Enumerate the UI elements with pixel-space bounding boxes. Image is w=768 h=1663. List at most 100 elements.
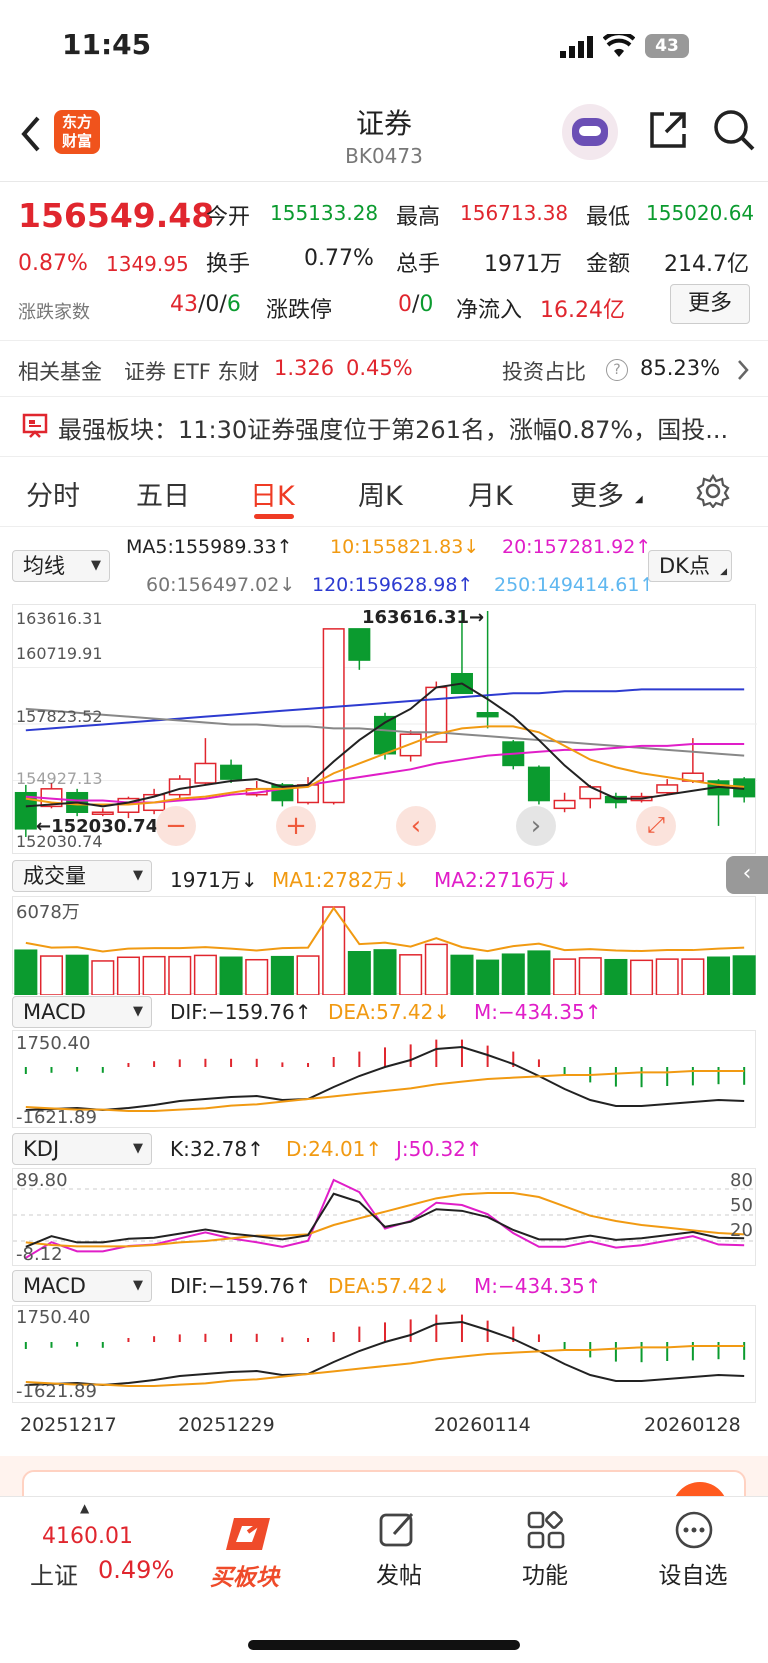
macd-dea-legend: DEA:57.42↓ [328,1000,451,1024]
buy-sector-icon[interactable] [222,1512,276,1554]
limit-label: 涨跌停 [266,298,333,323]
kdj-k-legend: K:32.78↑ [170,1137,264,1161]
scroll-left-button[interactable]: ‹ [396,806,436,846]
volume-bar [681,958,705,996]
function-grid-icon[interactable] [526,1510,566,1550]
max-marker: 163616.31→ [362,607,485,628]
settings-gear-icon[interactable] [696,474,730,508]
nav-bar: 东方 财富 证券 BK0473 [0,96,768,182]
more-button[interactable]: 更多 [670,284,750,324]
low-label: 最低 [586,205,631,230]
volume-bar [732,955,756,996]
help-icon[interactable]: ? [606,359,628,381]
macd2-chart [24,1314,746,1387]
buy-sector-button[interactable]: 买板块 [210,1558,279,1592]
down-count: 6 [226,292,241,317]
add-watchlist-button[interactable]: 设自选 [638,1556,748,1590]
fullscreen-button[interactable]: ⤢ [636,806,676,846]
tab-daily-k[interactable]: 日K [250,474,295,513]
add-watchlist-icon[interactable] [674,1510,714,1550]
scroll-right-button[interactable]: › [516,806,556,846]
open-value: 155133.28 [270,201,379,225]
kdj-k-line [25,1192,745,1248]
ratio-value: 85.23% [640,356,721,380]
price-axis-4: 154927.13 [16,769,103,788]
chevron-right-icon[interactable] [736,358,750,382]
index-name[interactable]: 上证 [30,1556,78,1591]
tab-intraday[interactable]: 分时 [26,474,80,513]
macd2-panel [12,1305,756,1403]
kdj-selector[interactable]: KDJ ▼ [12,1133,152,1165]
search-icon[interactable] [712,108,756,152]
fund-name[interactable]: 证券 ETF 东财 [124,356,260,386]
candle-body [579,786,602,800]
active-tab-indicator [254,514,294,519]
macd-selector[interactable]: MACD ▼ [12,996,152,1028]
ma-selector[interactable]: 均线 ▼ [12,550,110,582]
macd-panel [12,1030,756,1128]
ma120-legend: 120:159628.98↑ [312,574,474,596]
price-axis-top: 163616.31 [16,609,103,628]
tab-weekly-k[interactable]: 周K [358,474,403,513]
volume-bar [193,954,217,996]
date-label-4: 20260128 [644,1414,741,1436]
news-ticker[interactable]: 最强板块：11:30证券强度位于第261名，涨幅0.87%，国投... [58,410,728,445]
tab-monthly-k[interactable]: 月K [468,474,513,513]
macd2-selector-label: MACD [23,1274,86,1298]
post-button[interactable]: 发帖 [344,1556,454,1590]
volume-bar [65,954,89,996]
last-price: 156549.48 [18,196,214,235]
macd-chart [24,1039,746,1112]
zoom-in-button[interactable]: + [276,806,316,846]
min-marker: ←152030.74 [36,816,159,837]
candle-body [527,766,550,802]
limit-counts: 0/0 [398,292,434,317]
price-axis-2: 160719.91 [16,644,103,663]
volume-bar [14,949,38,996]
volume-bar [347,951,371,996]
volume-bar [604,958,628,996]
volume-label: 总手 [396,252,441,277]
volume-bar [501,953,525,996]
post-edit-icon[interactable] [378,1510,418,1550]
tab-more[interactable]: 更多 [570,474,624,513]
updown-counts: 43/0/6 [170,292,241,317]
macd2-selector[interactable]: MACD ▼ [12,1270,152,1302]
flat-count: 0 [205,292,220,317]
dk-button[interactable]: DK点 ◢ [648,550,732,582]
collapse-panel-button[interactable]: ‹ [726,856,768,894]
volume-bar [399,954,423,996]
macd2-m-legend: M:−434.35↑ [474,1274,602,1298]
ma-selector-label: 均线 [23,554,65,578]
volume-legend: 1971万↓ [170,868,258,892]
index-value[interactable]: 4160.01 [42,1524,133,1549]
battery-icon: 43 [645,34,689,58]
function-button[interactable]: 功能 [490,1556,600,1590]
clock: 11:45 [62,28,152,61]
home-indicator [248,1640,520,1650]
zoom-out-button[interactable]: − [156,806,196,846]
tab-5day[interactable]: 五日 [136,474,190,513]
kdj-panel [12,1168,757,1266]
assistant-avatar-icon[interactable] [562,104,618,160]
share-icon[interactable] [648,110,688,150]
volume-bar [270,955,294,996]
ma60-legend: 60:156497.02↓ [146,574,296,596]
updown-label: 涨跌家数 [18,302,90,323]
macd2-axis-top: 1750.40 [16,1307,91,1328]
macd-selector-label: MACD [23,1000,86,1024]
candle-body [656,784,679,794]
candle-body [553,799,576,810]
macd-m-legend: M:−434.35↑ [474,1000,602,1024]
turnover-value: 0.77% [304,246,374,271]
kdj-j-legend: J:50.32↑ [396,1137,483,1161]
up-count: 43 [170,292,198,317]
candle-body [194,762,217,784]
volume-selector[interactable]: 成交量 ▼ [12,860,152,892]
price-axis-3: 157823.52 [16,707,103,726]
candle-body [476,712,499,718]
volume-bar [706,956,731,996]
dk-label: DK点 [659,554,710,578]
fund-price: 1.326 [274,356,335,380]
high-label: 最高 [396,205,441,230]
